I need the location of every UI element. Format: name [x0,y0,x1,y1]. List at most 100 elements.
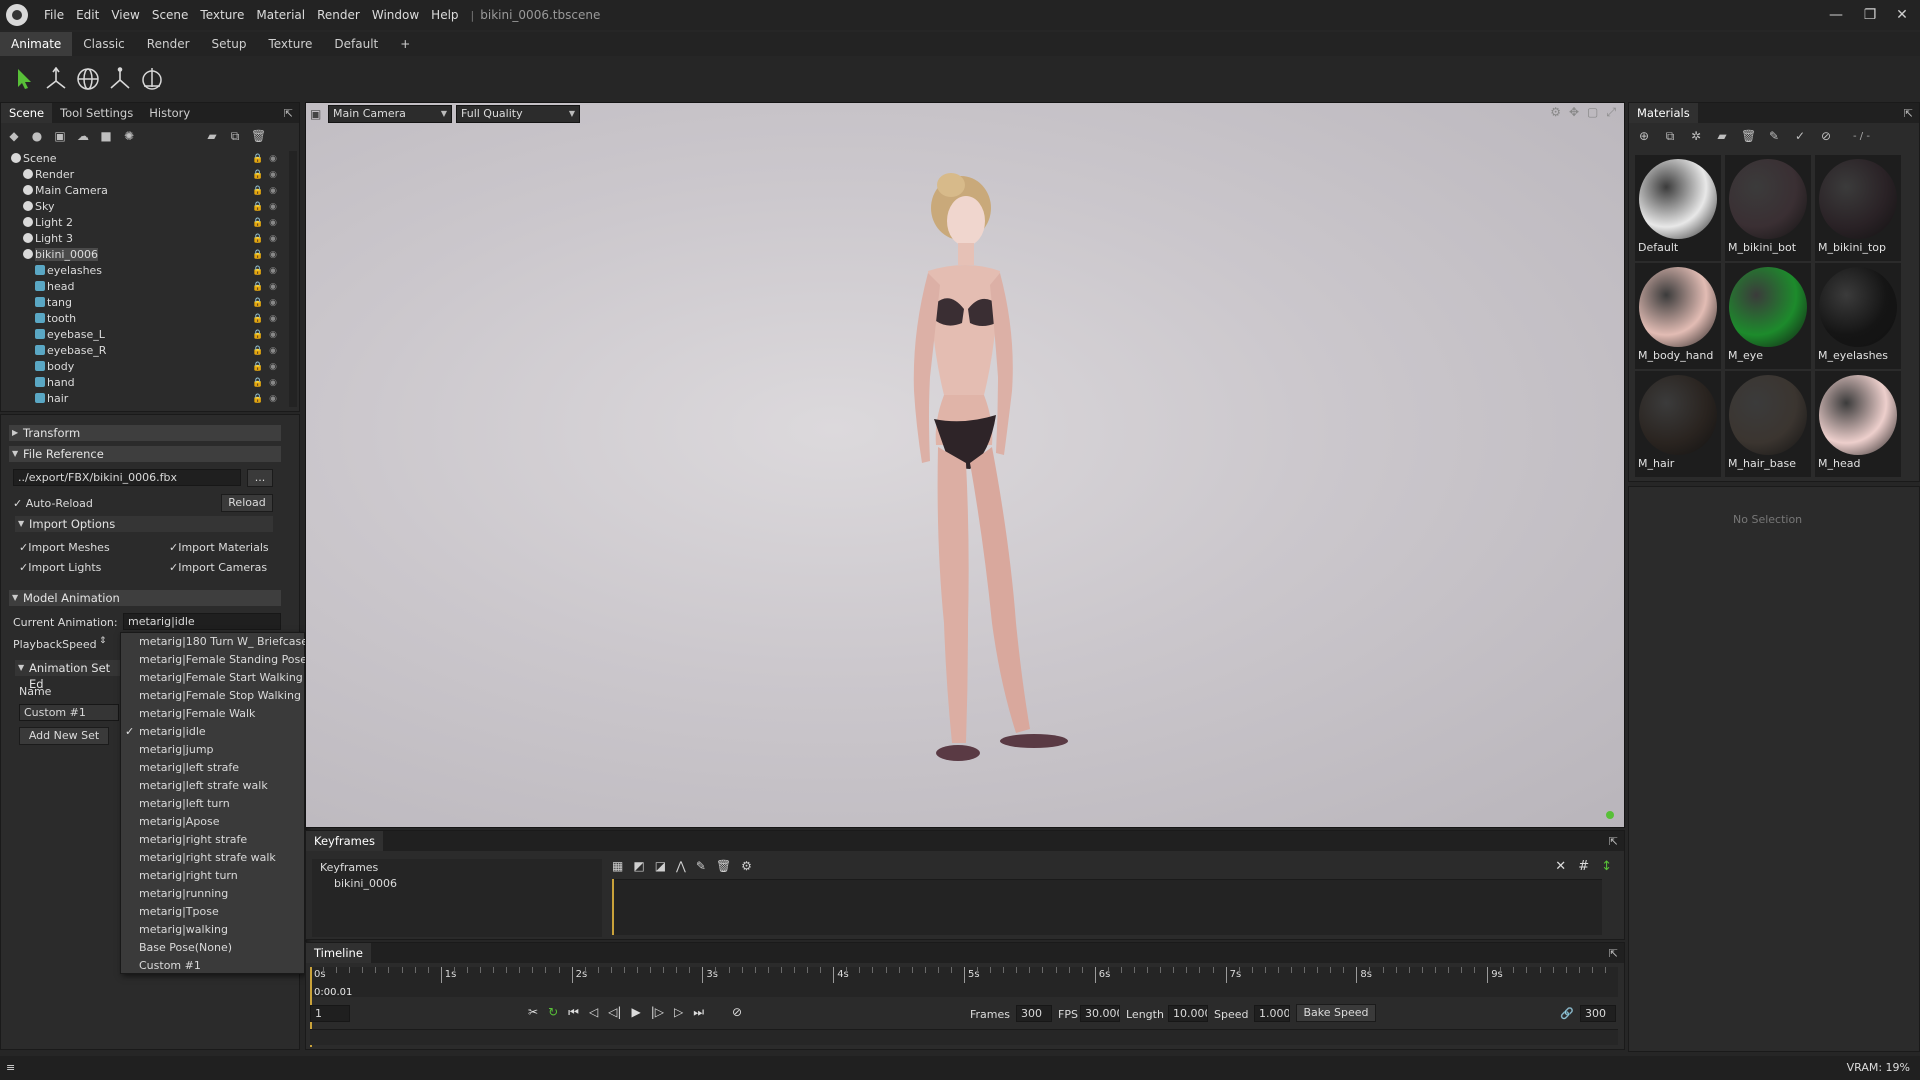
key-step-icon[interactable]: ◩ [633,859,644,873]
material-card[interactable]: M_body_hand [1635,263,1721,369]
add-light-icon[interactable]: ● [30,129,44,143]
delete-icon[interactable]: 🗑 [251,129,266,143]
expand-icon[interactable]: ⤢ [1606,105,1616,120]
animation-option[interactable]: metarig|jump [121,741,304,759]
undock-icon[interactable]: ⇱ [1904,107,1913,120]
tree-item[interactable]: Main Camera 🔒◉ [7,183,291,199]
animation-option[interactable]: Custom #1 [121,957,304,975]
lock-visibility-icon[interactable]: 🔒◉ [252,279,283,295]
add-shadow-icon[interactable]: ■ [99,129,113,143]
transform-icon[interactable] [40,63,72,95]
camera-icon[interactable]: ▣ [310,107,324,121]
keyframe-track[interactable] [612,879,1602,935]
tree-item[interactable]: tooth 🔒◉ [7,311,291,327]
duplicate-icon[interactable]: ⧉ [228,129,242,143]
menu-scene[interactable]: Scene [146,8,195,22]
file-reference-section[interactable]: File Reference [9,446,281,462]
material-card[interactable]: M_bikini_top [1815,155,1901,261]
timeline-options-icon[interactable]: ⊘ [732,1005,742,1020]
animation-option[interactable]: metarig|left strafe walk [121,777,304,795]
material-card[interactable]: M_eye [1725,263,1811,369]
tab-texture[interactable]: Texture [257,32,323,56]
tab-render[interactable]: Render [136,32,201,56]
lock-visibility-icon[interactable]: 🔒◉ [252,311,283,327]
speed-field[interactable]: 1.000 [1254,1005,1290,1022]
keyframes-root[interactable]: Keyframes [320,861,378,874]
animation-set-editor-section[interactable]: Animation Set Ed [15,660,123,691]
animation-option[interactable]: metarig|right turn [121,867,304,885]
next-key-icon[interactable]: ▷ [674,1005,683,1020]
loop-icon[interactable]: ↻ [548,1005,558,1020]
tab-keyframes[interactable]: Keyframes [306,831,383,851]
lock-visibility-icon[interactable]: 🔒◉ [252,391,283,407]
key-filter-icon[interactable]: ⚙ [741,859,752,873]
delete-icon[interactable]: 🗑 [1741,129,1756,143]
model-animation-section[interactable]: Model Animation [9,590,281,606]
key-curve-icon[interactable]: ⋀ [676,859,686,873]
material-card[interactable]: M_hair [1635,371,1721,477]
import-lights-checkbox[interactable]: ✓Import Lights [19,561,101,574]
tab-animate[interactable]: Animate [0,32,73,56]
menu-window[interactable]: Window [366,8,425,22]
bake-speed-button[interactable]: Bake Speed [1296,1004,1376,1022]
menu-view[interactable]: View [105,8,145,22]
undock-icon[interactable]: ⇱ [284,107,293,120]
play-icon[interactable]: ▶ [631,1005,640,1020]
lock-visibility-icon[interactable]: 🔒◉ [252,167,283,183]
tree-item[interactable]: hand 🔒◉ [7,375,291,391]
material-card[interactable]: M_hair_base [1725,371,1811,477]
tree-item[interactable]: Light 2 🔒◉ [7,215,291,231]
lock-visibility-icon[interactable]: 🔒◉ [252,247,283,263]
undock-icon[interactable]: ⇱ [1609,947,1618,960]
material-card[interactable]: M_bikini_bot [1725,155,1811,261]
skip-start-icon[interactable]: ⏮ [568,1005,579,1020]
add-camera-icon[interactable]: ▣ [53,129,67,143]
end-frame-field[interactable]: 300 [1580,1005,1616,1022]
tree-item[interactable]: hair 🔒◉ [7,391,291,407]
close-icon[interactable]: ✕ [1892,5,1912,25]
menu-file[interactable]: File [38,8,70,22]
tab-history[interactable]: History [141,103,198,123]
material-card[interactable]: M_head [1815,371,1901,477]
animation-option[interactable]: metarig|running [121,885,304,903]
lock-visibility-icon[interactable]: 🔒◉ [252,343,283,359]
fps-field[interactable]: 30.000 [1080,1005,1120,1022]
lock-visibility-icon[interactable]: 🔒◉ [252,231,283,247]
folder-icon[interactable]: ▰ [205,129,219,143]
frames-field[interactable]: 300 [1016,1005,1052,1022]
tab-classic[interactable]: Classic [72,32,136,56]
cut-icon[interactable]: ✂ [528,1005,538,1020]
tree-item[interactable]: eyebase_L 🔒◉ [7,327,291,343]
animation-option[interactable]: metarig|left strafe [121,759,304,777]
minimize-icon[interactable]: — [1826,5,1846,25]
tree-item[interactable]: tang 🔒◉ [7,295,291,311]
add-new-set-button[interactable]: Add New Set [19,727,109,745]
menu-texture[interactable]: Texture [194,8,250,22]
animation-option[interactable]: metarig|Female Stop Walking [121,687,304,705]
tab-tool-settings[interactable]: Tool Settings [52,103,141,123]
animation-option[interactable]: metarig|walking [121,921,304,939]
keyframes-model-row[interactable]: bikini_0006 [334,877,397,890]
current-frame-field[interactable]: 1 [310,1005,350,1022]
timeline-ruler[interactable]: 0s 1s 2s 3s 4s 5s 6s 7s 8s 9s [310,967,1618,997]
menu-edit[interactable]: Edit [70,8,105,22]
length-field[interactable]: 10.000 [1168,1005,1208,1022]
move-icon[interactable]: ✥ [1569,105,1579,120]
lock-visibility-icon[interactable]: 🔒◉ [252,199,283,215]
tree-item[interactable]: Render 🔒◉ [7,167,291,183]
lock-visibility-icon[interactable]: 🔒◉ [252,295,283,311]
skip-end-icon[interactable]: ⏭ [693,1005,704,1020]
animation-option[interactable]: metarig|right strafe walk [121,849,304,867]
animation-option[interactable]: metarig|Female Walk [121,705,304,723]
undock-icon[interactable]: ⇱ [1609,835,1618,848]
add-material-icon[interactable]: ⊕ [1637,129,1651,143]
check-icon[interactable]: ✓ [1793,129,1807,143]
quality-select[interactable]: Full Quality [456,105,580,123]
animation-option[interactable]: metarig|Apose [121,813,304,831]
select-icon[interactable] [8,63,40,95]
next-frame-icon[interactable]: |▷ [651,1005,664,1020]
3d-viewport[interactable]: ▣ Main Camera Full Quality ⚙ ✥ ▢ ⤢ [305,102,1625,828]
camera-select[interactable]: Main Camera [328,105,452,123]
picker-icon[interactable]: ✎ [1767,129,1781,143]
tab-timeline[interactable]: Timeline [306,943,371,963]
